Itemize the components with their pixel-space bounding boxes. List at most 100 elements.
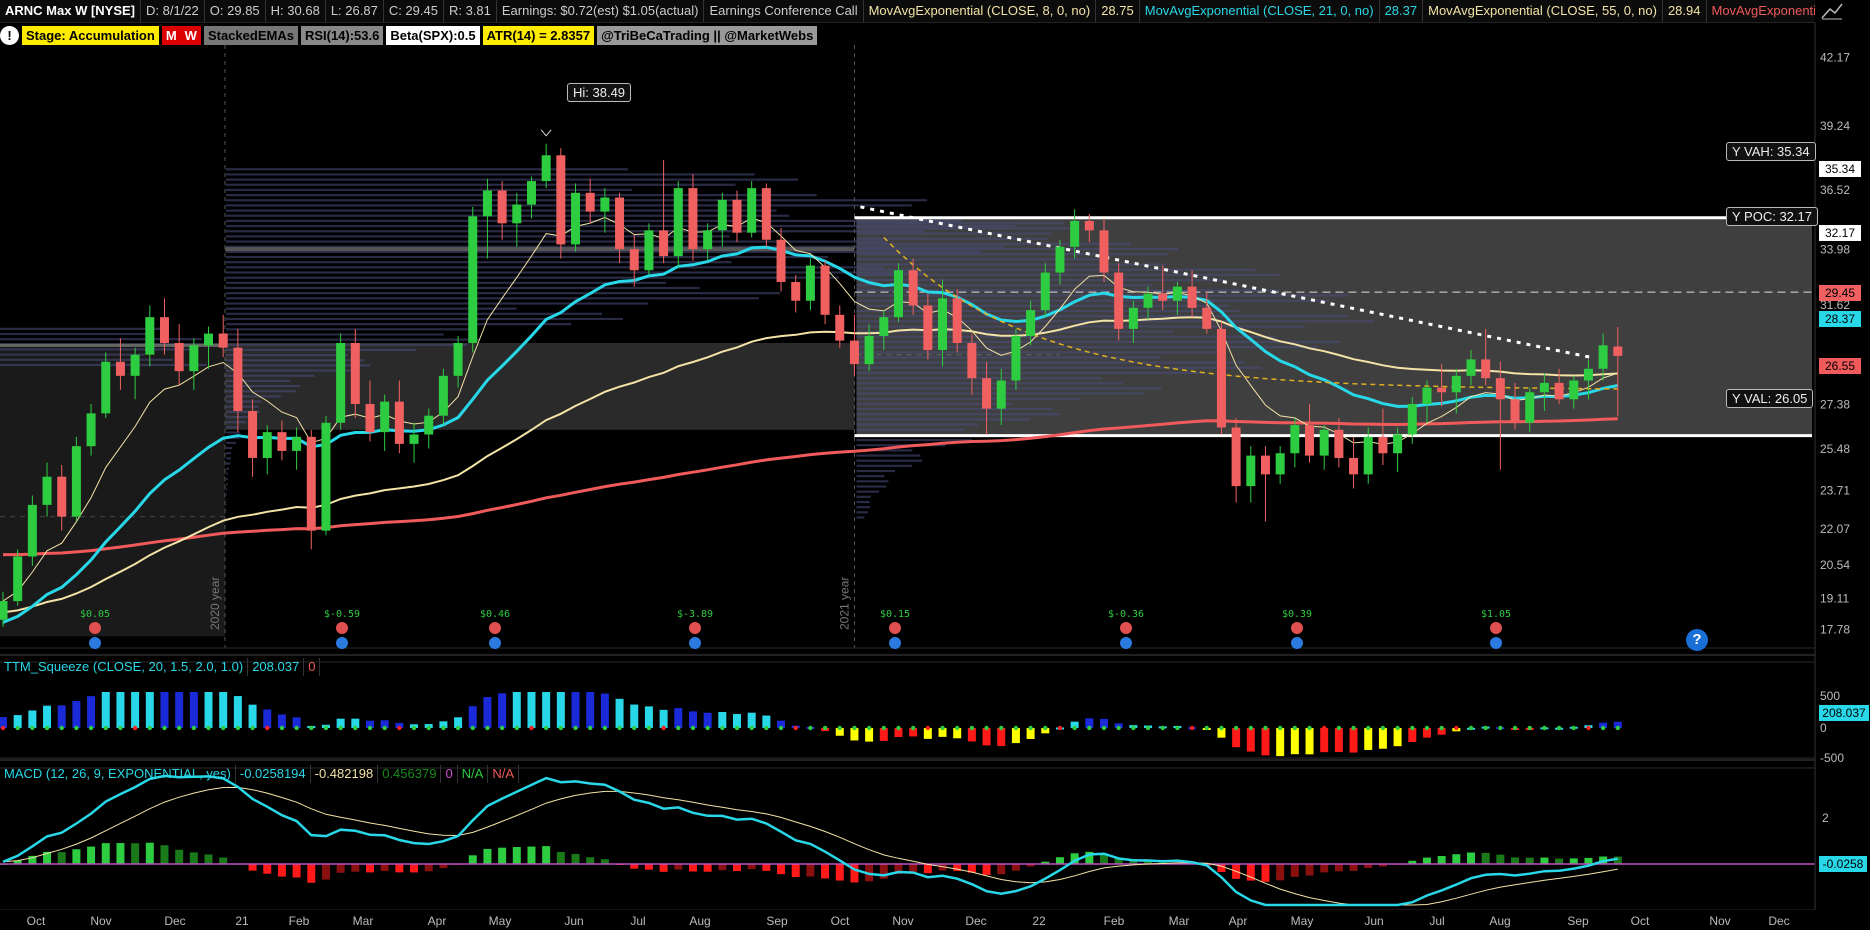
squeeze-header: TTM_Squeeze (CLOSE, 20, 1.5, 2.0, 1.0) 2… <box>0 658 321 676</box>
squeeze-label[interactable]: TTM_Squeeze (CLOSE, 20, 1.5, 2.0, 1.0) <box>0 658 249 676</box>
volume-profile-bar <box>226 328 473 331</box>
squeeze-bar <box>644 706 653 728</box>
macd-hist-bar <box>1261 864 1270 882</box>
time-tick: Apr <box>428 914 447 928</box>
help-icon[interactable]: ? <box>1686 629 1708 651</box>
volume-profile-bar <box>226 400 261 403</box>
candle-body <box>1393 434 1403 454</box>
squeeze-bar <box>87 696 96 728</box>
macd-label[interactable]: MACD (12, 26, 9, EXPONENTIAL, yes) <box>0 765 236 783</box>
time-tick: 21 <box>235 914 249 928</box>
candle-body <box>336 342 346 423</box>
candle-body <box>1363 436 1373 475</box>
macd-hist-bar <box>87 846 96 864</box>
volume-profile-bar <box>856 397 1081 400</box>
squeeze-dot <box>1175 725 1180 731</box>
ema200-label[interactable]: MovAvgExponential ... <box>1707 0 1816 22</box>
candle-body <box>306 436 316 531</box>
macd-hist-bar <box>410 864 419 873</box>
candle-body <box>174 342 184 372</box>
macd-hist-bar <box>733 864 741 872</box>
candle-body <box>115 361 125 376</box>
candle-body <box>145 317 155 355</box>
ema8-label[interactable]: MovAvgExponential (CLOSE, 8, 0, no) <box>864 0 1097 22</box>
macd-hist-bar <box>923 864 932 874</box>
squeeze-dot <box>353 725 358 731</box>
symbol-label[interactable]: ARNC Max W [NYSE] <box>0 0 142 22</box>
macd-hist-bar <box>703 864 712 872</box>
squeeze-bar <box>116 692 125 728</box>
candle-body <box>218 333 228 348</box>
macd-hist-bar <box>1422 857 1431 864</box>
squeeze-dot <box>30 725 35 731</box>
price-chart[interactable]: 2020 year 2021 year $0.05 $-0.59 $0.46 $-3.8… <box>0 0 1870 930</box>
time-tick: Mar <box>1169 914 1190 928</box>
chart-settings-icon[interactable] <box>1820 2 1844 20</box>
squeeze-dot <box>734 725 740 731</box>
earnings-value: $-3.89 <box>677 609 713 620</box>
squeeze-dot <box>558 725 564 731</box>
price-tick: 42.17 <box>1820 50 1850 64</box>
candle-body <box>57 476 67 517</box>
volume-profile-bar <box>226 426 239 429</box>
candle-body <box>204 333 214 346</box>
macd-hist-bar <box>571 853 580 864</box>
year-label: 2020 year <box>208 577 222 630</box>
time-tick: Jul <box>1429 914 1444 928</box>
macd-hist-bar <box>512 847 521 864</box>
volume-profile-bar <box>226 333 444 336</box>
price-tick: 17.78 <box>1820 623 1850 637</box>
price-box-close: 29.45 <box>1819 285 1861 301</box>
candle-body <box>1466 359 1476 376</box>
squeeze-bar <box>498 693 507 728</box>
candle-body <box>1290 425 1300 454</box>
volume-profile-bar <box>856 500 870 504</box>
squeeze-bar <box>131 692 140 728</box>
time-tick: Dec <box>965 914 986 928</box>
alert-icon[interactable]: ! <box>0 25 19 45</box>
macd-hist-bar <box>1290 864 1299 877</box>
ema8-value: 28.75 <box>1096 0 1140 22</box>
squeeze-dot <box>1248 725 1254 731</box>
squeeze-bar <box>72 700 81 728</box>
price-tick: 27.38 <box>1820 397 1850 411</box>
squeeze-dot <box>1263 725 1268 731</box>
candle-body <box>438 375 448 416</box>
squeeze-dot <box>1512 725 1518 731</box>
macd-line <box>2 774 1619 907</box>
candle-body <box>321 422 331 531</box>
time-tick: Feb <box>1104 914 1125 928</box>
volume-profile-bar <box>0 353 145 356</box>
candle-body <box>1510 399 1520 423</box>
time-tick: Jun <box>564 914 583 928</box>
squeeze-bar <box>556 692 565 728</box>
candle-body <box>688 188 698 250</box>
squeeze-dot <box>485 725 490 731</box>
candle-body <box>1554 382 1564 400</box>
squeeze-dot <box>793 725 798 731</box>
macd-hist-bar <box>424 864 433 872</box>
macd-tick: 2 <box>1822 811 1829 825</box>
candle-body <box>1231 427 1241 487</box>
study-badges: ! Stage: Accumulation M W StackedEMAs RS… <box>0 25 820 45</box>
candle-body <box>1099 230 1109 273</box>
macd-hist-bar <box>116 843 125 864</box>
earnings-icon <box>889 622 901 634</box>
candle-body <box>1407 403 1417 435</box>
candle-body <box>732 199 742 233</box>
volume-profile-bar <box>226 488 228 491</box>
volume-profile-bar <box>856 469 896 473</box>
ema21-label[interactable]: MovAvgExponential (CLOSE, 21, 0, no) <box>1140 0 1380 22</box>
squeeze-tick: 500 <box>1820 689 1840 703</box>
candle-body <box>1246 455 1256 487</box>
candle-body <box>409 434 419 444</box>
ema55-label[interactable]: MovAvgExponential (CLOSE, 55, 0, no) <box>1423 0 1663 22</box>
squeeze-dot <box>309 725 314 731</box>
macd-hist-bar <box>1305 864 1314 876</box>
macd-hist-bar <box>777 864 786 875</box>
macd-hist-bar <box>248 864 257 871</box>
squeeze-dot <box>1233 725 1239 731</box>
squeeze-dot <box>338 725 343 731</box>
dividend-icon <box>89 637 101 649</box>
squeeze-dot <box>1395 725 1400 731</box>
